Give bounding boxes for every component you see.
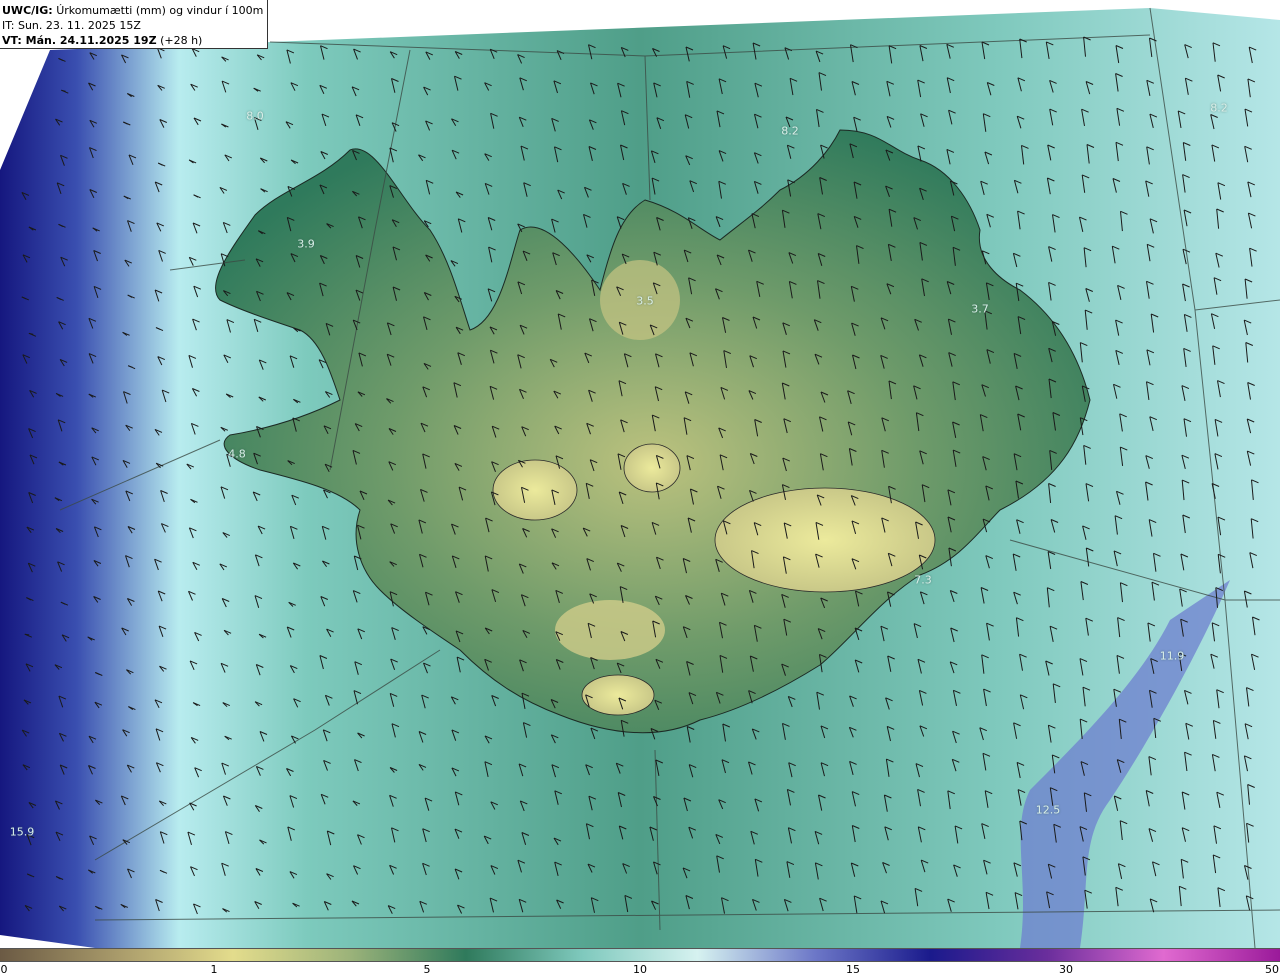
value-label-southeast: 7.3 [914,573,932,587]
map-info-box: UWC/IG: Úrkomumætti (mm) og vindur í 100… [0,0,268,49]
colorbar-tick-10: 10 [633,963,647,976]
colorbar-tick-5: 5 [423,963,431,976]
colorbar-tick-15: 15 [846,963,860,976]
value-label-nw-sea: 8.0 [246,109,264,123]
colorbar-tick-0: 0 [0,963,8,976]
valid-time: VT: Mán. 24.11.2025 19Z [2,34,157,47]
value-label-se-sea: 11.9 [1159,649,1185,663]
field-title: Úrkomumætti (mm) og vindur í 100m hæð [56,4,268,17]
value-label-south-sea: 12.5 [1035,803,1061,817]
value-label-sw-corner: 15.9 [9,825,35,839]
lead-time: (+28 h) [160,34,203,47]
colorbar: 0 1 5 10 15 30 50 [0,948,1280,978]
langjokull [492,459,578,521]
value-label-westfjords: 3.9 [297,237,315,251]
south-highlands [555,600,665,660]
colorbar-strip [0,948,1280,962]
value-label-north-sea: 8.2 [781,124,799,138]
value-label-north-center: 3.5 [636,294,654,308]
map-area: UWC/IG: Úrkomumætti (mm) og vindur í 100… [0,0,1280,948]
model-label: UWC/IG: [2,4,53,17]
init-time: IT: Sun. 23. 11. 2025 15Z [2,19,141,32]
value-label-east: 3.7 [971,302,989,316]
colorbar-tick-50: 50 [1265,963,1279,976]
vatnajokull [714,487,936,593]
value-label-snaefellsnes: 4.8 [228,447,246,461]
colorbar-tick-30: 30 [1059,963,1073,976]
value-label-ne-sea: 8.2 [1210,101,1228,115]
colorbar-tick-1: 1 [210,963,218,976]
precipitation-map [0,0,1280,948]
myrdalsjokull [581,674,655,716]
hofsjokull [623,443,681,493]
